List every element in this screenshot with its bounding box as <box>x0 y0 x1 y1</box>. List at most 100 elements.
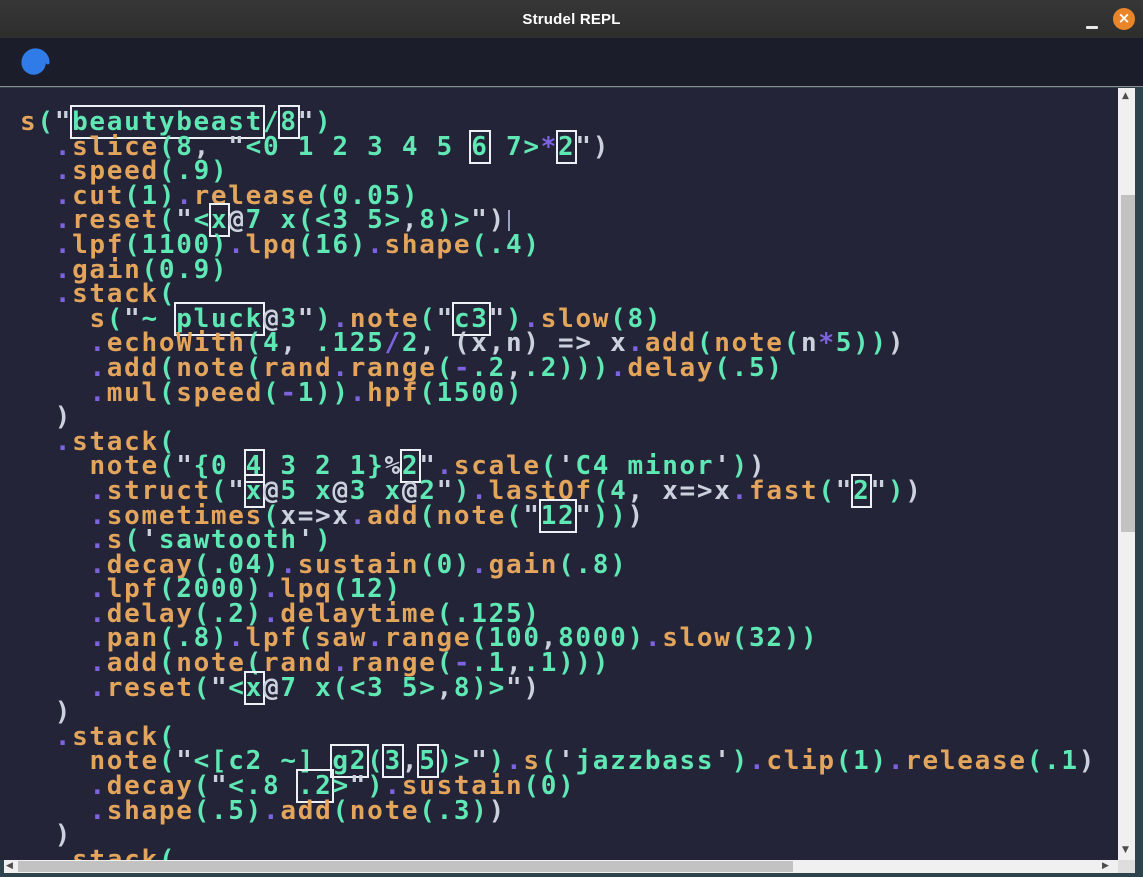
strudel-repl-window: Strudel REPL × s("beautybeast/8").slice(… <box>0 0 1143 877</box>
code-token: ) <box>905 476 922 506</box>
code-token: < <box>228 673 245 703</box>
strudel-logo-icon[interactable] <box>20 47 51 78</box>
minimize-button[interactable] <box>1084 0 1100 38</box>
code-token: x <box>246 673 263 703</box>
code-token: . <box>89 378 106 408</box>
code-line: .reset("<x@7 x(<3 5>,8)>") <box>20 676 1118 701</box>
title-bar[interactable]: Strudel REPL × <box>0 0 1143 38</box>
code-token: .3 <box>437 796 472 826</box>
code-token: ) <box>211 255 228 285</box>
code-token: * <box>818 328 835 358</box>
code-line: .gain(0.9) <box>20 258 1118 283</box>
editor-region: s("beautybeast/8").slice(8, "<0 1 2 3 4 … <box>0 88 1135 877</box>
code-token: * <box>541 132 558 162</box>
close-button[interactable]: × <box>1113 8 1135 30</box>
code-token: ) <box>558 771 575 801</box>
code-token: ) <box>870 746 887 776</box>
code-token: ( <box>1027 746 1044 776</box>
code-token: stack <box>72 845 159 860</box>
code-token: ) <box>610 550 627 580</box>
code-token: ( <box>159 845 176 860</box>
code-token: @ <box>263 673 280 703</box>
code-line: .stack( <box>20 848 1118 860</box>
horizontal-scrollbar[interactable]: ◀ ▶ <box>4 860 1118 873</box>
code-token: slow <box>662 623 731 653</box>
code-line: .shape(.5).add(note(.3)) <box>20 799 1118 824</box>
code-token: ( <box>419 550 436 580</box>
code-token: )) <box>784 623 819 653</box>
code-token: note <box>350 796 419 826</box>
close-icon: × <box>1118 11 1131 26</box>
code-token: clip <box>766 746 835 776</box>
code-token: gain <box>489 550 558 580</box>
scroll-left-arrow-icon[interactable]: ◀ <box>6 862 13 871</box>
code-token: ( <box>194 796 211 826</box>
code-token: 5 <box>836 328 853 358</box>
code-token: jazzbass <box>575 746 714 776</box>
code-token: ) <box>471 796 488 826</box>
code-token: " <box>228 132 245 162</box>
scroll-right-arrow-icon[interactable]: ▶ <box>1102 862 1109 871</box>
code-token: . <box>89 796 106 826</box>
code-token: 12 <box>541 501 576 531</box>
code-token: . <box>888 746 905 776</box>
code-token: ( <box>159 378 176 408</box>
window-title: Strudel REPL <box>522 11 620 28</box>
code-token: ( <box>818 476 835 506</box>
code-token: " <box>506 673 523 703</box>
code-token: ) <box>506 378 523 408</box>
code-token: ) <box>732 746 749 776</box>
code-token: 7> <box>489 132 541 162</box>
vertical-scrollbar[interactable]: ▲ ▼ <box>1118 88 1135 860</box>
code-token: . <box>732 476 749 506</box>
horizontal-scrollbar-thumb[interactable] <box>18 861 793 872</box>
code-token: " <box>836 476 853 506</box>
code-token: reset <box>107 673 194 703</box>
code-token: " <box>870 476 887 506</box>
code-token: . <box>55 427 72 457</box>
scroll-up-arrow-icon[interactable]: ▲ <box>1122 92 1129 101</box>
code-token: ) <box>627 501 644 531</box>
vertical-scrollbar-thumb[interactable] <box>1121 195 1135 532</box>
code-token: delay <box>628 353 715 383</box>
code-token: )) <box>853 328 888 358</box>
code-token: " <box>575 501 592 531</box>
code-token: - <box>280 378 297 408</box>
code-token: 7 x(<3 5> <box>280 673 436 703</box>
code-token: )) <box>315 378 350 408</box>
code-token: ( <box>298 230 315 260</box>
code-token: . <box>367 230 384 260</box>
code-token: .5 <box>732 353 767 383</box>
code-token: ( <box>836 746 853 776</box>
code-token: ))) <box>558 648 610 678</box>
code-token: ) <box>246 796 263 826</box>
scroll-down-arrow-icon[interactable]: ▼ <box>1122 846 1129 855</box>
code-token: .2 <box>523 353 558 383</box>
code-token: hpf <box>367 378 419 408</box>
code-token: . <box>55 845 72 860</box>
code-token: shape <box>385 230 472 260</box>
code-token: lpq <box>246 230 298 260</box>
code-token: . <box>55 722 72 752</box>
code-token: . <box>350 501 367 531</box>
code-token: . <box>55 279 72 309</box>
code-token: <0 1 2 3 4 5 <box>246 132 472 162</box>
code-token: speed <box>176 378 263 408</box>
code-line: .mul(speed(-1)).hpf(1500) <box>20 381 1118 406</box>
code-token: 1 <box>853 746 870 776</box>
code-token: .1 <box>1044 746 1079 776</box>
code-editor[interactable]: s("beautybeast/8").slice(8, "<0 1 2 3 4 … <box>0 88 1118 860</box>
toolbar <box>0 38 1143 87</box>
code-token: 1 <box>298 378 315 408</box>
code-token: 1500 <box>437 378 506 408</box>
code-line: ) <box>20 823 1118 848</box>
code-token: ( <box>471 230 488 260</box>
code-token: 32 <box>749 623 784 653</box>
code-token: .4 <box>489 230 524 260</box>
code-token: .8 <box>575 550 610 580</box>
code-token: ) <box>523 230 540 260</box>
code-token: note <box>437 501 506 531</box>
code-token: ( <box>419 378 436 408</box>
code-token: add <box>280 796 332 826</box>
code-token: shape <box>107 796 194 826</box>
